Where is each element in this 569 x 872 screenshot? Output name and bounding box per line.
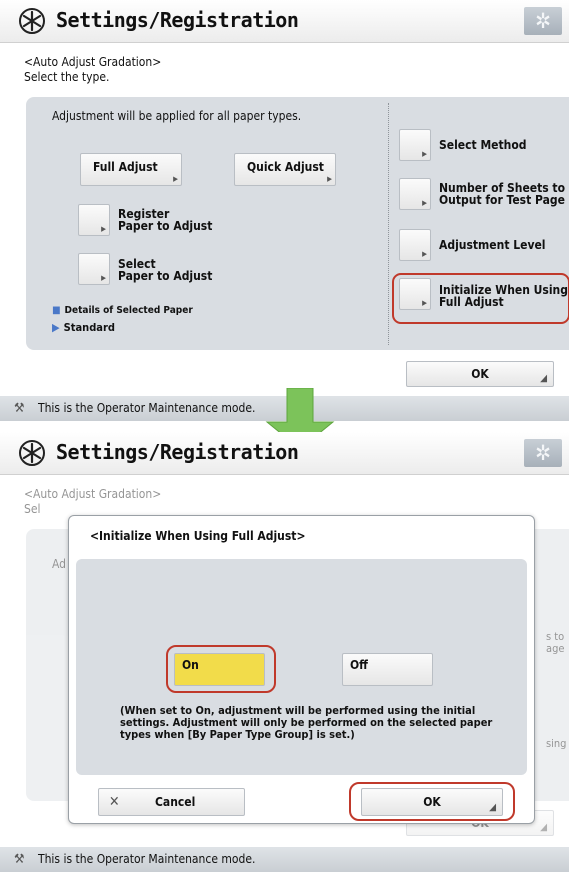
dialog-note: (When set to On, adjustment will be perf… — [120, 704, 493, 741]
register-label-line2: Paper to Adjust — [118, 219, 213, 233]
wrench-icon: ⚒ — [14, 852, 25, 867]
register-paper-button[interactable]: ▶ — [78, 204, 110, 236]
side-fragment-3: sing — [546, 737, 567, 750]
register-paper-label: Register Paper to Adjust — [118, 208, 212, 232]
quick-adjust-label: Quick Adjust — [247, 160, 324, 174]
select-label-line2: Paper to Adjust — [118, 269, 213, 283]
options-area: Adjustment will be applied for all paper… — [26, 97, 569, 350]
divider — [388, 103, 389, 345]
arrow-icon: ▶ — [422, 150, 427, 158]
details-value: ▶ Standard — [52, 321, 115, 334]
status-bar: ⚒ This is the Operator Maintenance mode. — [0, 847, 569, 872]
select-paper-label: Select Paper to Adjust — [118, 258, 212, 282]
arrow-icon: ▶ — [101, 274, 106, 282]
wrench-icon: ⚒ — [14, 401, 25, 416]
square-bullet-icon: ■ — [52, 305, 61, 316]
select-method-button[interactable]: ▶ — [399, 129, 431, 161]
arrow-icon: ▶ — [422, 250, 427, 258]
arrow-icon: ▶ — [173, 175, 178, 183]
highlight-ring — [166, 645, 276, 693]
cancel-label: Cancel — [155, 795, 196, 809]
quick-adjust-button[interactable]: Quick Adjust ▶ — [234, 153, 336, 186]
dialog-title: <Initialize When Using Full Adjust> — [90, 529, 306, 543]
number-of-sheets-label: Number of Sheets to Output for Test Page — [439, 182, 565, 206]
details-label-text: Details of Selected Paper — [64, 305, 193, 316]
header-bar: Settings/Registration ✲ — [0, 432, 569, 475]
details-value-text: Standard — [63, 321, 115, 334]
breadcrumb-title: <Auto Adjust Gradation> — [24, 55, 162, 69]
side-fragment-2: age — [546, 642, 565, 655]
settings-registration-icon — [19, 8, 45, 34]
gear-icon[interactable]: ✲ — [524, 439, 562, 467]
arrow-icon: ▶ — [101, 225, 106, 233]
status-text: This is the Operator Maintenance mode. — [38, 852, 256, 866]
breadcrumb-instruction: Select the type. — [24, 70, 110, 84]
highlight-ring — [392, 273, 569, 324]
arrow-icon: ▶ — [327, 175, 332, 183]
triangle-bullet-icon: ▶ — [52, 321, 60, 334]
status-text: This is the Operator Maintenance mode. — [38, 401, 256, 415]
off-option-button[interactable]: Off — [342, 653, 433, 686]
close-icon: ✕ — [109, 794, 120, 810]
full-adjust-label: Full Adjust — [93, 160, 158, 174]
settings-registration-icon — [19, 440, 45, 466]
side-label-fragment: s to age — [546, 631, 564, 655]
enter-corner-icon: ◢ — [540, 822, 547, 833]
full-adjust-button[interactable]: Full Adjust ▶ — [80, 153, 182, 186]
select-paper-button[interactable]: ▶ — [78, 253, 110, 285]
header-title: Settings/Registration — [56, 8, 299, 32]
details-label: ■ Details of Selected Paper — [52, 305, 193, 316]
header-title: Settings/Registration — [56, 440, 299, 464]
adjustment-note: Ad — [52, 557, 67, 571]
adjustment-note: Adjustment will be applied for all paper… — [52, 109, 302, 123]
adjustment-level-label: Adjustment Level — [439, 238, 546, 252]
breadcrumb: <Auto Adjust Gradation> Sel — [24, 487, 161, 517]
cancel-button[interactable]: ✕ Cancel — [98, 788, 245, 816]
highlight-ring — [349, 782, 515, 821]
header-bar: Settings/Registration ✲ — [0, 0, 569, 43]
gear-icon[interactable]: ✲ — [524, 7, 562, 35]
number-of-sheets-button[interactable]: ▶ — [399, 178, 431, 210]
ok-label: OK — [471, 367, 489, 381]
initialize-dialog: <Initialize When Using Full Adjust> On O… — [68, 515, 535, 824]
breadcrumb-title: <Auto Adjust Gradation> — [24, 487, 162, 501]
settings-screen-before: Settings/Registration ✲ <Auto Adjust Gra… — [0, 0, 569, 421]
select-method-label: Select Method — [439, 138, 527, 152]
dialog-content: On Off (When set to On, adjustment will … — [76, 559, 527, 775]
settings-screen-after: Settings/Registration ✲ <Auto Adjust Gra… — [0, 432, 569, 872]
enter-corner-icon: ◢ — [540, 373, 547, 384]
arrow-icon: ▶ — [422, 199, 427, 207]
adjustment-level-button[interactable]: ▶ — [399, 229, 431, 261]
ok-button[interactable]: OK ◢ — [406, 361, 554, 387]
sheets-label-line2: Output for Test Page — [439, 193, 565, 207]
breadcrumb: <Auto Adjust Gradation> Select the type. — [24, 55, 161, 85]
